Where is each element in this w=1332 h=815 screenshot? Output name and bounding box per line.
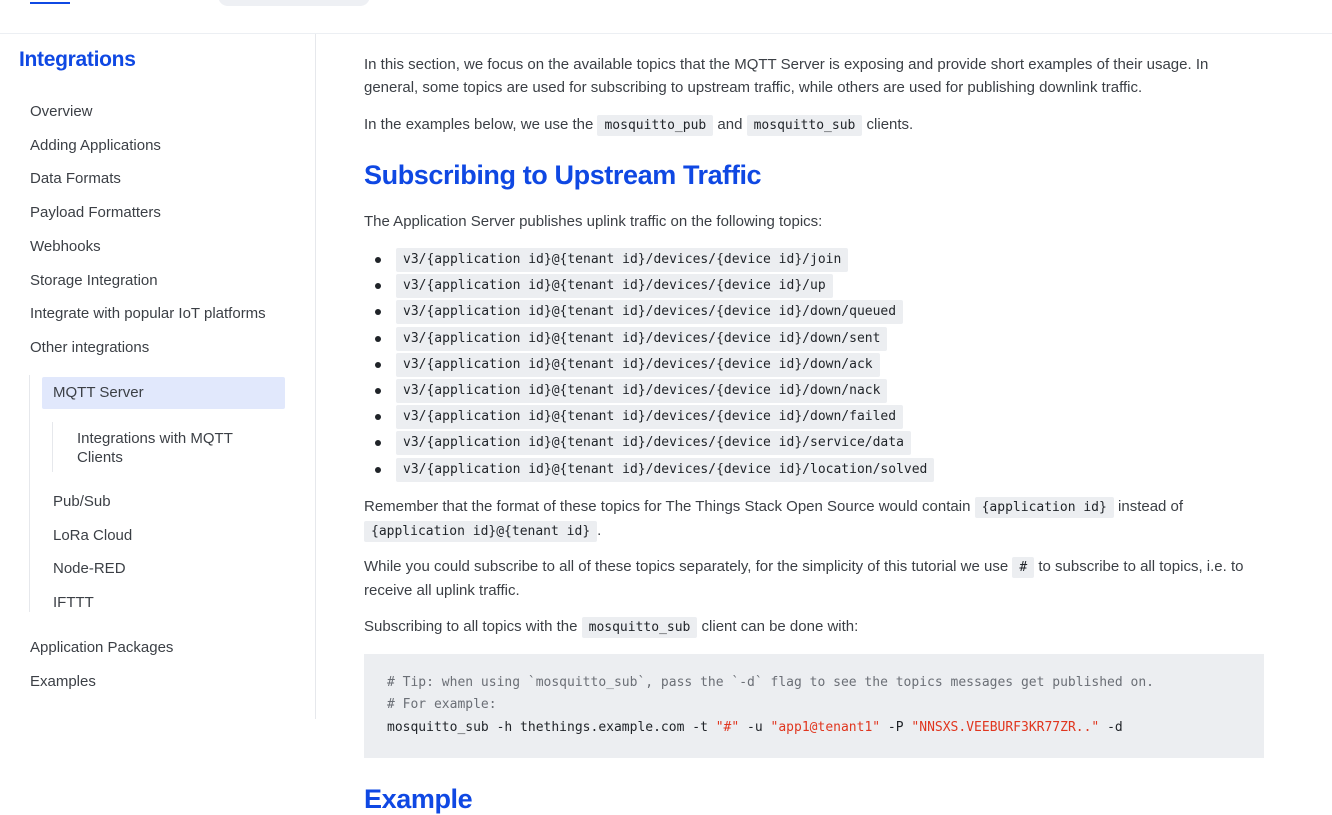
- text: instead of: [1118, 498, 1184, 515]
- code-string: "NNSXS.VEEBURF3KR77ZR..": [911, 720, 1100, 735]
- text: Subscribing to all topics with the: [364, 618, 578, 635]
- sidebar-item-adding-applications[interactable]: Adding Applications: [30, 137, 161, 154]
- bullet: [375, 283, 381, 290]
- example-heading[interactable]: Example: [364, 784, 473, 815]
- subscribing-paragraph: Subscribing to all topics with the mosqu…: [364, 615, 1264, 639]
- code-command-line: mosquitto_sub -h thethings.example.com -…: [387, 720, 1123, 735]
- sidebar-item-iot-platforms[interactable]: Integrate with popular IoT platforms: [30, 305, 266, 322]
- sidebar-item-data-formats[interactable]: Data Formats: [30, 170, 121, 187]
- search-input[interactable]: [218, 0, 370, 6]
- text: and: [717, 116, 743, 133]
- sidebar-item-ifttt[interactable]: IFTTT: [53, 594, 94, 611]
- topic-code: v3/{application id}@{tenant id}/devices/…: [396, 300, 904, 325]
- sidebar-item-lora-cloud[interactable]: LoRa Cloud: [53, 527, 132, 544]
- sidebar-item-overview[interactable]: Overview: [30, 103, 93, 120]
- text: .: [597, 522, 602, 539]
- sidebar-subnesting-line: [52, 422, 53, 472]
- bullet: [375, 309, 381, 316]
- top-navigation-bar: [0, 0, 1332, 34]
- remember-paragraph: Remember that the format of these topics…: [364, 495, 1264, 543]
- sidebar-item-integrations-mqtt-clients[interactable]: Integrations with MQTT Clients: [77, 429, 233, 467]
- text: client can be done with:: [701, 618, 859, 635]
- text: While you could subscribe to all of thes…: [364, 558, 1009, 575]
- topic-code: v3/{application id}@{tenant id}/devices/…: [396, 431, 911, 456]
- bullet: [375, 414, 381, 421]
- code-string: "app1@tenant1": [770, 720, 881, 735]
- inline-code-hash: #: [1012, 557, 1035, 578]
- sidebar-item-mqtt-server[interactable]: MQTT Server: [53, 384, 144, 401]
- inline-code-mosquitto-sub: mosquitto_sub: [746, 115, 863, 136]
- inline-code-mosquitto-pub: mosquitto_pub: [597, 115, 714, 136]
- sidebar-nesting-line: [29, 375, 30, 612]
- code-text: -d: [1099, 720, 1123, 735]
- code-comment-line: # For example:: [387, 697, 497, 712]
- inline-code-mosquitto-sub: mosquitto_sub: [581, 617, 698, 638]
- topic-code: v3/{application id}@{tenant id}/devices/…: [396, 274, 833, 299]
- section-heading[interactable]: Subscribing to Upstream Traffic: [364, 160, 762, 191]
- sidebar-item-webhooks[interactable]: Webhooks: [30, 238, 101, 255]
- logo[interactable]: [30, 0, 70, 4]
- bullet: [375, 387, 381, 394]
- sidebar-item-label-line1: Integrations with MQTT: [77, 430, 233, 447]
- topic-code: v3/{application id}@{tenant id}/devices/…: [396, 457, 935, 482]
- code-text: -P: [880, 720, 912, 735]
- topic-code: v3/{application id}@{tenant id}/devices/…: [396, 326, 888, 351]
- code-text: -u: [739, 720, 771, 735]
- bullet: [375, 466, 381, 473]
- publishes-paragraph: The Application Server publishes uplink …: [364, 213, 823, 230]
- sidebar-item-application-packages[interactable]: Application Packages: [30, 639, 173, 656]
- topic-code: v3/{application id}@{tenant id}/devices/…: [396, 352, 880, 377]
- intro-paragraph: In this section, we focus on the availab…: [364, 56, 1209, 96]
- sidebar-item-node-red[interactable]: Node-RED: [53, 560, 126, 577]
- code-block[interactable]: # Tip: when using `mosquitto_sub`, pass …: [364, 654, 1264, 758]
- inline-code-application-tenant-id: {application id}@{tenant id}: [364, 521, 598, 542]
- sidebar-item-storage-integration[interactable]: Storage Integration: [30, 272, 158, 289]
- while-paragraph: While you could subscribe to all of thes…: [364, 555, 1264, 602]
- sidebar-item-pubsub[interactable]: Pub/Sub: [53, 493, 111, 510]
- topic-code: v3/{application id}@{tenant id}/devices/…: [396, 248, 849, 272]
- text: In the examples below, we use the: [364, 116, 594, 133]
- code-comment-line: # Tip: when using `mosquitto_sub`, pass …: [387, 675, 1155, 690]
- sidebar: Integrations Overview Adding Application…: [0, 34, 316, 719]
- sidebar-title[interactable]: Integrations: [19, 48, 136, 72]
- inline-code-application-id: {application id}: [974, 497, 1114, 518]
- sidebar-item-label-line2: Clients: [77, 449, 123, 466]
- code-string: "#": [715, 720, 740, 735]
- bullet: [375, 335, 381, 342]
- code-text: mosquitto_sub -h thethings.example.com -…: [387, 720, 716, 735]
- topic-code: v3/{application id}@{tenant id}/devices/…: [396, 405, 904, 430]
- text: clients.: [866, 116, 914, 133]
- bullet: [375, 361, 381, 368]
- text: Remember that the format of these topics…: [364, 498, 971, 515]
- sidebar-item-other-integrations[interactable]: Other integrations: [30, 339, 149, 356]
- sidebar-item-examples[interactable]: Examples: [30, 673, 96, 690]
- sidebar-item-payload-formatters[interactable]: Payload Formatters: [30, 204, 161, 221]
- topic-code: v3/{application id}@{tenant id}/devices/…: [396, 378, 888, 403]
- bullet: [375, 257, 381, 263]
- bullet: [375, 440, 381, 447]
- examples-paragraph: In the examples below, we use the mosqui…: [364, 113, 1264, 137]
